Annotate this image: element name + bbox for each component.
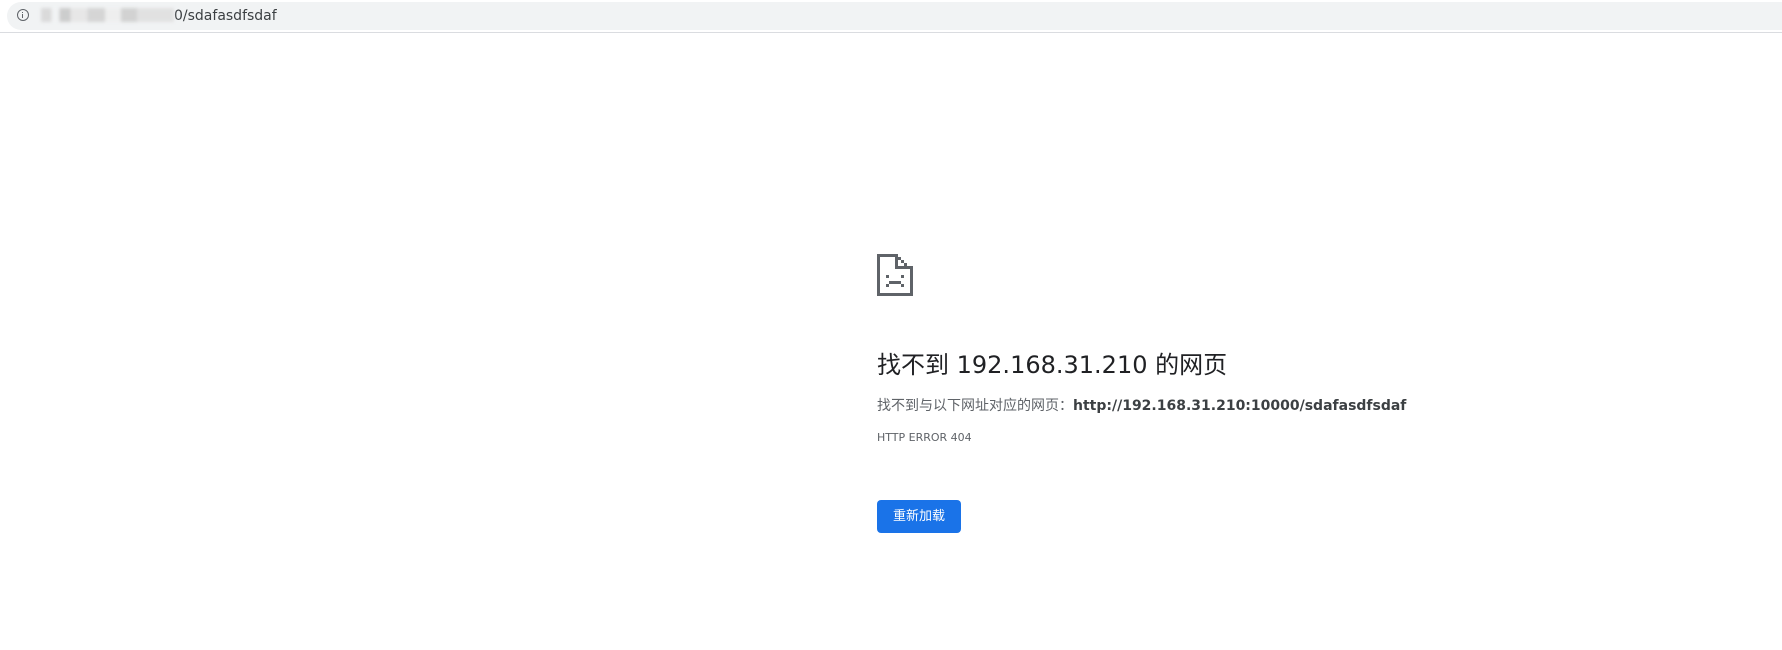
error-url: http://192.168.31.210:10000/sdafasdfsdaf [1073, 398, 1407, 414]
url-field[interactable]: 0/sdafasdfsdaf [41, 8, 277, 24]
info-icon[interactable] [17, 9, 29, 21]
reload-button[interactable]: 重新加载 [877, 500, 961, 533]
url-redacted-segment [41, 8, 174, 22]
error-description-prefix: 找不到与以下网址对应的网页： [877, 398, 1073, 414]
error-description: 找不到与以下网址对应的网页：http://192.168.31.210:1000… [877, 395, 1406, 415]
omnibox[interactable]: 0/sdafasdfsdaf [7, 2, 1782, 30]
error-code: HTTP ERROR 404 [877, 431, 972, 444]
url-visible-text: 0/sdafasdfsdaf [174, 8, 277, 24]
address-bar: 0/sdafasdfsdaf [0, 0, 1782, 33]
sad-page-icon [877, 254, 913, 296]
error-heading: 找不到 192.168.31.210 的网页 [877, 351, 1228, 379]
